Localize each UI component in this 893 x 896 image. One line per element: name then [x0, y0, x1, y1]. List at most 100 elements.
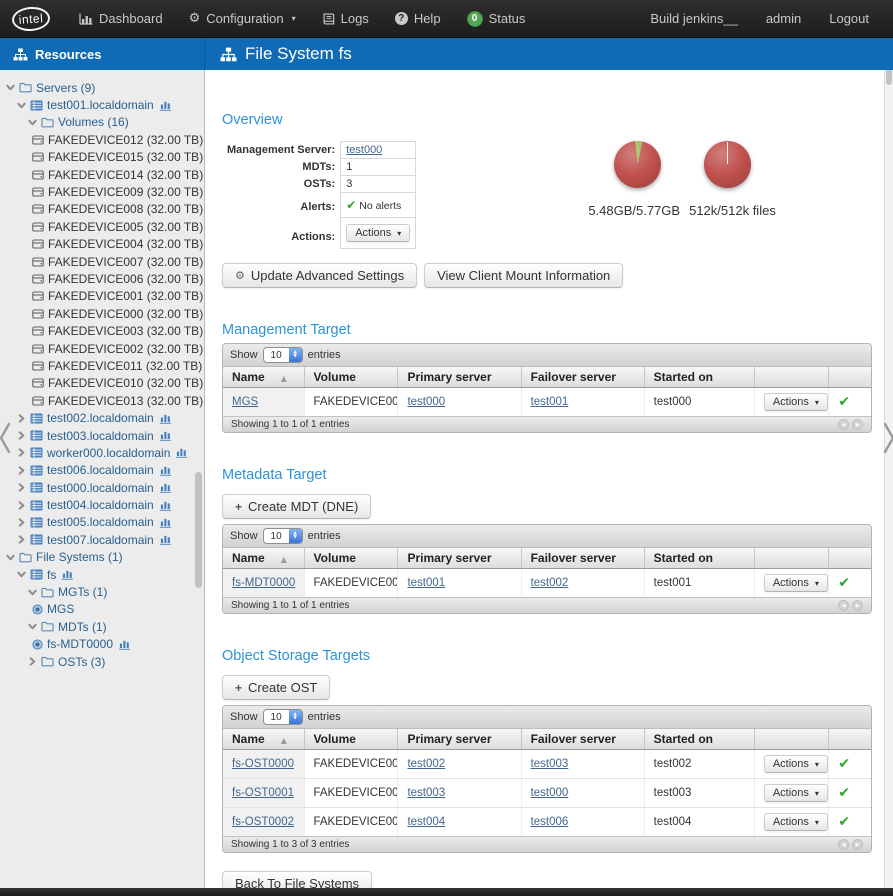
row-actions-button[interactable]: Actions ▾	[764, 574, 828, 592]
tree-item-fakedevice004-32-00-tb[interactable]: FAKEDEVICE004 (32.00 TB)	[0, 236, 204, 253]
target-name-link[interactable]: fs-OST0001	[232, 787, 294, 799]
tree-item-fakedevice009-32-00-tb[interactable]: FAKEDEVICE009 (32.00 TB)	[0, 183, 204, 200]
intel-logo[interactable]: intel	[11, 5, 51, 32]
failover-server-link[interactable]: test003	[531, 758, 569, 770]
nav-item-configuration[interactable]: ⚙Configuration▾	[176, 0, 309, 37]
sidebar-collapse-handle[interactable]	[0, 420, 12, 456]
chevron-right-icon[interactable]	[17, 518, 30, 527]
chevron-down-icon[interactable]	[28, 622, 41, 631]
tree-item-osts-3[interactable]: OSTs (3)	[0, 653, 204, 670]
column-header-primary-server[interactable]: Primary server	[398, 367, 521, 388]
tree-item-test002-localdomain[interactable]: test002.localdomain	[0, 409, 204, 426]
primary-server-link[interactable]: test004	[407, 816, 445, 828]
chevron-right-icon[interactable]	[17, 414, 30, 423]
pagination-next-icon[interactable]: ▶	[852, 419, 863, 430]
failover-server-link[interactable]: test000	[531, 787, 569, 799]
nav-item-dashboard[interactable]: Dashboard	[66, 0, 176, 37]
column-header-primary-server[interactable]: Primary server	[398, 729, 521, 750]
pagination-next-icon[interactable]: ▶	[852, 839, 863, 850]
tree-item-fakedevice002-32-00-tb[interactable]: FAKEDEVICE002 (32.00 TB)	[0, 340, 204, 357]
pagination-prev-icon[interactable]: ◀	[838, 839, 849, 850]
column-header-failover-server[interactable]: Failover server	[521, 729, 644, 750]
entries-select[interactable]: 10▲▼	[263, 709, 303, 725]
tree-item-fakedevice015-32-00-tb[interactable]: FAKEDEVICE015 (32.00 TB)	[0, 149, 204, 166]
primary-server-link[interactable]: test001	[407, 577, 445, 589]
tree-item-volumes-16[interactable]: Volumes (16)	[0, 114, 204, 131]
bar-chart-icon[interactable]	[118, 639, 131, 650]
row-actions-button[interactable]: Actions ▾	[764, 755, 828, 773]
bar-chart-icon[interactable]	[159, 482, 172, 493]
overview-actions-button[interactable]: Actions▾	[346, 224, 410, 242]
chevron-down-icon[interactable]	[28, 588, 41, 597]
target-name-link[interactable]: fs-OST0002	[232, 816, 294, 828]
failover-server-link[interactable]: test001	[531, 396, 569, 408]
tree-item-fakedevice003-32-00-tb[interactable]: FAKEDEVICE003 (32.00 TB)	[0, 322, 204, 339]
tree-item-fakedevice000-32-00-tb[interactable]: FAKEDEVICE000 (32.00 TB)	[0, 305, 204, 322]
column-header-name[interactable]: Name▲	[223, 367, 304, 388]
bar-chart-icon[interactable]	[159, 413, 172, 424]
tree-item-fakedevice006-32-00-tb[interactable]: FAKEDEVICE006 (32.00 TB)	[0, 270, 204, 287]
chevron-down-icon[interactable]	[6, 83, 19, 92]
tree-item-worker000-localdomain[interactable]: worker000.localdomain	[0, 444, 204, 461]
row-actions-button[interactable]: Actions ▾	[764, 813, 828, 831]
tree-item-fakedevice005-32-00-tb[interactable]: FAKEDEVICE005 (32.00 TB)	[0, 218, 204, 235]
tree-item-fakedevice010-32-00-tb[interactable]: FAKEDEVICE010 (32.00 TB)	[0, 375, 204, 392]
column-header-blank[interactable]	[829, 729, 871, 750]
chevron-right-icon[interactable]	[28, 657, 41, 666]
column-header-volume[interactable]: Volume	[304, 367, 398, 388]
tree-item-fakedevice013-32-00-tb[interactable]: FAKEDEVICE013 (32.00 TB)	[0, 392, 204, 409]
chevron-right-icon[interactable]	[17, 466, 30, 475]
create-button[interactable]: + Create OST	[222, 675, 330, 700]
entries-select[interactable]: 10▲▼	[263, 528, 303, 544]
chevron-right-icon[interactable]	[17, 448, 30, 457]
chevron-down-icon[interactable]	[17, 101, 30, 110]
column-header-failover-server[interactable]: Failover server	[521, 548, 644, 569]
tree-item-test001-localdomain[interactable]: test001.localdomain	[0, 96, 204, 113]
column-header-name[interactable]: Name▲	[223, 548, 304, 569]
primary-server-link[interactable]: test002	[407, 758, 445, 770]
tree-item-test003-localdomain[interactable]: test003.localdomain	[0, 427, 204, 444]
chevron-right-icon[interactable]	[17, 431, 30, 440]
chevron-right-icon[interactable]	[17, 535, 30, 544]
column-header-primary-server[interactable]: Primary server	[398, 548, 521, 569]
tree-item-fs[interactable]: fs	[0, 566, 204, 583]
bar-chart-icon[interactable]	[159, 534, 172, 545]
pagination-prev-icon[interactable]: ◀	[838, 419, 849, 430]
column-header-blank[interactable]	[754, 548, 829, 569]
column-header-blank[interactable]	[829, 548, 871, 569]
bar-chart-icon[interactable]	[175, 447, 188, 458]
target-name-link[interactable]: MGS	[232, 396, 258, 408]
primary-server-link[interactable]: test003	[407, 787, 445, 799]
back-to-file-systems-button[interactable]: Back To File Systems	[222, 871, 372, 888]
column-header-started-on[interactable]: Started on	[644, 367, 754, 388]
view-client-mount-button[interactable]: View Client Mount Information	[424, 263, 623, 288]
window-scrollbar[interactable]	[884, 38, 893, 896]
column-header-blank[interactable]	[829, 367, 871, 388]
failover-server-link[interactable]: test002	[531, 577, 569, 589]
tree-item-fakedevice007-32-00-tb[interactable]: FAKEDEVICE007 (32.00 TB)	[0, 253, 204, 270]
tree-item-fakedevice008-32-00-tb[interactable]: FAKEDEVICE008 (32.00 TB)	[0, 201, 204, 218]
management-server-link[interactable]: test000	[346, 144, 382, 156]
target-name-link[interactable]: fs-OST0000	[232, 758, 294, 770]
chevron-down-icon[interactable]	[28, 118, 41, 127]
tree-item-fakedevice012-32-00-tb[interactable]: FAKEDEVICE012 (32.00 TB)	[0, 131, 204, 148]
tree-item-test004-localdomain[interactable]: test004.localdomain	[0, 496, 204, 513]
bar-chart-icon[interactable]	[61, 569, 74, 580]
column-header-started-on[interactable]: Started on	[644, 729, 754, 750]
tree-item-mdts-1[interactable]: MDTs (1)	[0, 618, 204, 635]
bar-chart-icon[interactable]	[159, 500, 172, 511]
column-header-blank[interactable]	[754, 367, 829, 388]
tree-item-fakedevice011-32-00-tb[interactable]: FAKEDEVICE011 (32.00 TB)	[0, 357, 204, 374]
primary-server-link[interactable]: test000	[407, 396, 445, 408]
tree-item-test000-localdomain[interactable]: test000.localdomain	[0, 479, 204, 496]
tree-item-test006-localdomain[interactable]: test006.localdomain	[0, 462, 204, 479]
bar-chart-icon[interactable]	[159, 430, 172, 441]
pagination-prev-icon[interactable]: ◀	[838, 600, 849, 611]
nav-item-help[interactable]: ?Help	[382, 0, 454, 37]
create-button[interactable]: + Create MDT (DNE)	[222, 494, 371, 519]
nav-item-logs[interactable]: Logs	[309, 0, 382, 37]
column-header-blank[interactable]	[754, 729, 829, 750]
chevron-right-icon[interactable]	[17, 501, 30, 510]
bar-chart-icon[interactable]	[159, 100, 172, 111]
tree-item-test005-localdomain[interactable]: test005.localdomain	[0, 514, 204, 531]
